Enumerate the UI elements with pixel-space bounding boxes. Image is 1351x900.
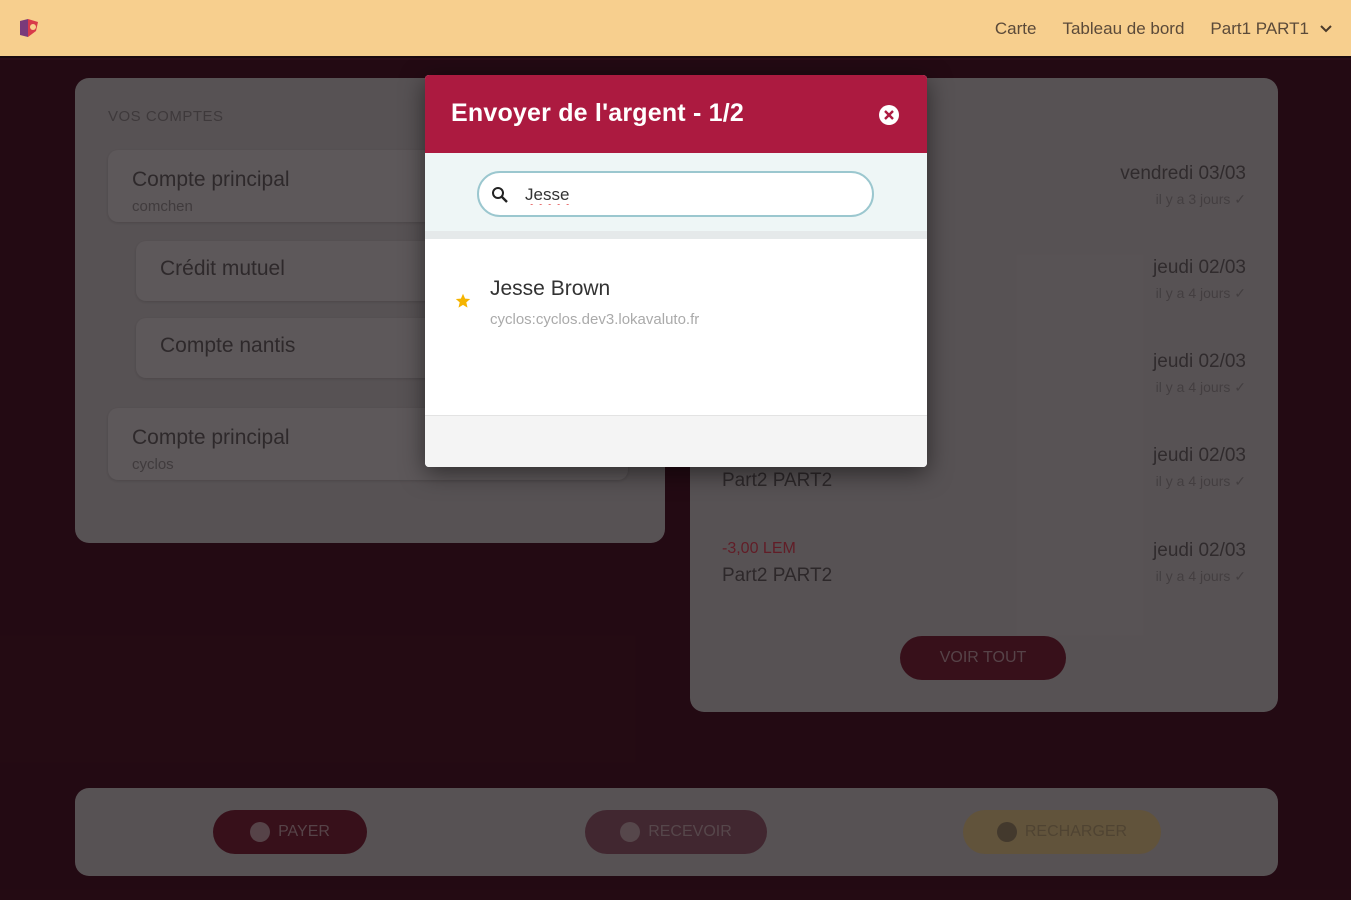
user-menu[interactable]: Part1 PART1 xyxy=(1210,19,1333,39)
dialog-title: Envoyer de l'argent - 1/2 xyxy=(451,99,744,127)
dialog-header: Envoyer de l'argent - 1/2 xyxy=(425,75,927,153)
dialog-footer xyxy=(425,415,927,467)
nav-dashboard-link[interactable]: Tableau de bord xyxy=(1062,19,1184,39)
search-icon xyxy=(492,187,508,203)
divider xyxy=(425,231,927,239)
close-button[interactable] xyxy=(879,105,899,125)
app-logo-icon[interactable] xyxy=(18,17,40,39)
top-bar: Carte Tableau de bord Part1 PART1 xyxy=(0,0,1351,58)
user-name: Part1 PART1 xyxy=(1210,19,1309,38)
main-nav: Carte Tableau de bord Part1 PART1 xyxy=(995,0,1333,58)
star-icon xyxy=(455,293,471,308)
chevron-down-icon xyxy=(1320,25,1332,33)
contact-name: Jesse Brown xyxy=(490,277,611,300)
nav-map-link[interactable]: Carte xyxy=(995,19,1037,39)
search-input[interactable] xyxy=(525,185,845,205)
search-area xyxy=(425,153,927,237)
send-money-dialog: Envoyer de l'argent - 1/2 Jesse Brown cy… xyxy=(425,75,927,467)
close-icon xyxy=(884,110,894,120)
search-field[interactable] xyxy=(477,171,874,217)
contact-result[interactable]: Jesse Brown cyclos:cyclos.dev3.lokavalut… xyxy=(425,265,927,345)
contact-id: cyclos:cyclos.dev3.lokavaluto.fr xyxy=(490,311,700,328)
